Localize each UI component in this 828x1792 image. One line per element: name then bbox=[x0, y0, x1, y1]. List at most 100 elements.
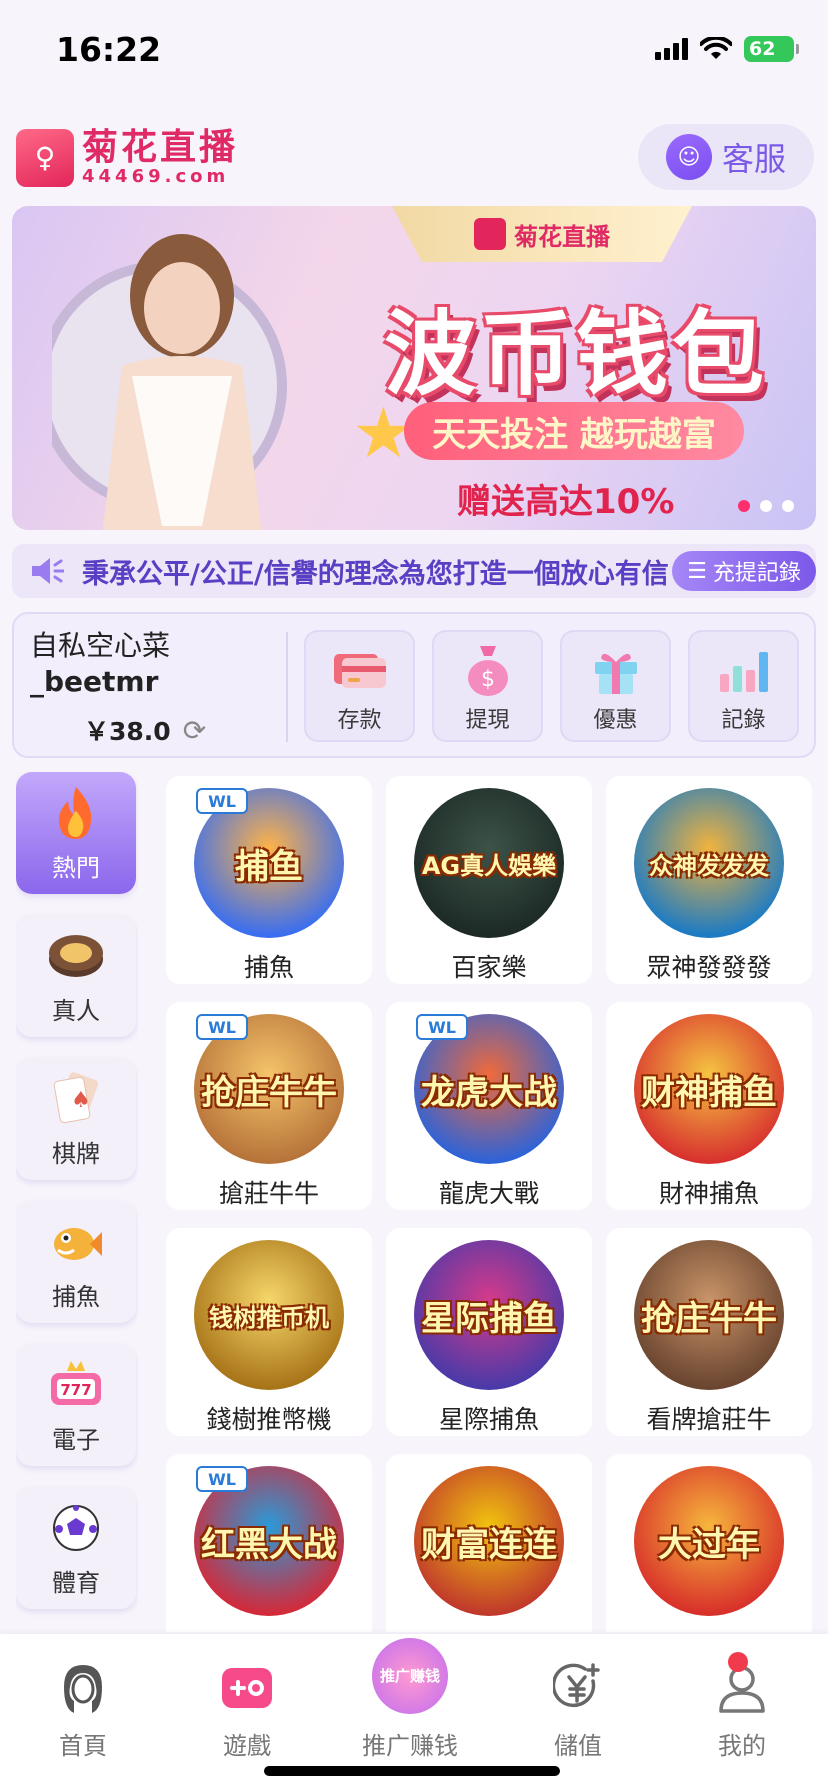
game-card[interactable]: WL 龙虎大战 龍虎大戰 bbox=[386, 1002, 592, 1210]
category-slots[interactable]: 777 電子 bbox=[16, 1344, 136, 1466]
banner-bonus-note: 赠送高达10% bbox=[457, 482, 675, 522]
banner-brand-text: 菊花直播 bbox=[514, 222, 610, 251]
game-thumbnail: 大过年 bbox=[634, 1466, 784, 1616]
banner-dot[interactable] bbox=[760, 500, 772, 512]
game-thumbnail: 星际捕鱼 bbox=[414, 1240, 564, 1390]
tab-mine[interactable]: 我的 bbox=[682, 1652, 802, 1761]
category-hot[interactable]: 熱門 bbox=[16, 772, 136, 894]
wifi-icon bbox=[700, 37, 732, 59]
category-fishing[interactable]: 捕魚 bbox=[16, 1201, 136, 1323]
provider-badge: WL bbox=[196, 1466, 248, 1492]
home-avatar-icon bbox=[55, 1660, 111, 1716]
game-title: 大過年 bbox=[671, 1626, 746, 1632]
status-bar: 16:22 62 bbox=[0, 0, 828, 100]
records-button[interactable]: 記錄 bbox=[688, 630, 799, 742]
withdraw-button[interactable]: $ 提現 bbox=[432, 630, 543, 742]
game-art-title: 钱树推币机 bbox=[209, 1303, 329, 1332]
logo-mark-icon: ♀ bbox=[16, 128, 74, 187]
fish-icon bbox=[47, 1213, 105, 1271]
svg-text:$: $ bbox=[481, 667, 495, 692]
speaker-icon bbox=[12, 544, 82, 598]
customer-service-label: 客服 bbox=[721, 140, 786, 178]
status-icons: 62 bbox=[655, 36, 799, 62]
game-thumbnail: 财神捕鱼 bbox=[634, 1014, 784, 1164]
balance-amount: ￥38.0 bbox=[84, 717, 171, 746]
refresh-icon[interactable]: ⟳ bbox=[183, 714, 206, 747]
game-card[interactable]: 星际捕鱼 星際捕魚 bbox=[386, 1228, 592, 1436]
promo-banner[interactable]: 菊花直播 波币钱包 ★ 天天投注 越玩越富 赠送高达10% bbox=[12, 206, 816, 530]
svg-text:♠: ♠ bbox=[71, 1088, 91, 1113]
app-logo[interactable]: ♀ 菊花直播 44469.com bbox=[16, 128, 238, 187]
game-title: 搶莊牛牛 bbox=[218, 1179, 319, 1208]
game-card[interactable]: WL 红黑大战紅黑大戰 bbox=[166, 1454, 372, 1632]
user-icon bbox=[714, 1652, 770, 1716]
promo-badge: 推广赚钱 bbox=[372, 1638, 448, 1714]
category-cards[interactable]: ♠ 棋牌 bbox=[16, 1058, 136, 1180]
provider-badge: WL bbox=[416, 1014, 468, 1040]
game-thumbnail: 钱树推币机 bbox=[194, 1240, 344, 1390]
provider-badge: WL bbox=[196, 1014, 248, 1040]
game-thumbnail: WL 抢庄牛牛 bbox=[194, 1014, 344, 1164]
game-art-title: 财神捕鱼 bbox=[641, 1072, 777, 1113]
playing-card-icon: ♠ bbox=[47, 1070, 105, 1128]
money-bag-icon: $ bbox=[460, 642, 516, 698]
headset-icon: ☺ bbox=[665, 134, 712, 180]
banner-pagination[interactable] bbox=[738, 500, 794, 512]
notification-dot bbox=[728, 1652, 748, 1672]
game-art-title: 众神发发发 bbox=[649, 851, 769, 880]
category-sidebar: 熱門 真人 ♠ 棋牌 捕魚 777 電子 體育 bbox=[16, 772, 138, 1632]
provider-badge: WL bbox=[196, 788, 248, 814]
game-thumbnail: WL 红黑大战 bbox=[194, 1466, 344, 1616]
category-label: 捕魚 bbox=[52, 1282, 100, 1311]
bar-chart-icon bbox=[716, 642, 772, 698]
banner-dot[interactable] bbox=[738, 500, 750, 512]
records-label: 記錄 bbox=[721, 708, 766, 733]
cellular-signal-icon bbox=[655, 38, 688, 60]
game-art-title: 捕鱼 bbox=[235, 846, 303, 887]
casino-chip-icon bbox=[47, 927, 105, 985]
game-title: 財神捕魚 bbox=[658, 1179, 759, 1208]
app-header: ♀ 菊花直播 44469.com ☺ 客服 bbox=[0, 120, 828, 200]
slot-machine-icon: 777 bbox=[47, 1356, 105, 1414]
promo-badge-icon: 推广赚钱 bbox=[370, 1636, 450, 1716]
game-card[interactable]: WL 捕鱼 捕魚 bbox=[166, 776, 372, 984]
game-title: 星際捕魚 bbox=[438, 1405, 539, 1434]
game-art-title: 龙虎大战 bbox=[421, 1072, 557, 1113]
tab-label: 遊戲 bbox=[223, 1732, 271, 1760]
promotions-button[interactable]: 優惠 bbox=[560, 630, 671, 742]
tab-recharge[interactable]: 儲值 bbox=[518, 1660, 638, 1761]
game-card[interactable]: AG真人娛樂 百家樂 bbox=[386, 776, 592, 984]
game-card[interactable]: 钱树推币机 錢樹推幣機 bbox=[166, 1228, 372, 1436]
banner-dot[interactable] bbox=[782, 500, 794, 512]
category-label: 棋牌 bbox=[52, 1139, 100, 1168]
username: 自私空心菜 _beetmr bbox=[30, 628, 170, 700]
category-sports[interactable]: 體育 bbox=[16, 1487, 136, 1609]
credit-card-icon bbox=[332, 642, 388, 698]
tab-promote[interactable]: 推广赚钱 推广赚钱 bbox=[350, 1636, 470, 1761]
game-title: 財富連連 bbox=[439, 1626, 539, 1632]
deposit-button[interactable]: 存款 bbox=[304, 630, 415, 742]
game-card[interactable]: 抢庄牛牛 看牌搶莊牛 bbox=[606, 1228, 812, 1436]
customer-service-button[interactable]: ☺ 客服 bbox=[638, 124, 814, 190]
deposit-label: 存款 bbox=[337, 708, 382, 733]
game-grid: WL 捕鱼 捕魚 AG真人娛樂 百家樂 众神发发发 眾神發發發 WL 抢庄牛牛 搶莊牛牛 WL 龙虎大… bbox=[166, 776, 814, 1632]
game-card[interactable]: 财富连连財富連連 bbox=[386, 1454, 592, 1632]
game-title: 紅黑大戰 bbox=[219, 1626, 319, 1632]
game-card[interactable]: 大过年大過年 bbox=[606, 1454, 812, 1632]
tab-home[interactable]: 首頁 bbox=[23, 1660, 143, 1761]
promotions-label: 優惠 bbox=[593, 708, 638, 733]
game-title: 百家樂 bbox=[451, 953, 527, 982]
game-card[interactable]: 众神发发发 眾神發發發 bbox=[606, 776, 812, 984]
game-card[interactable]: WL 抢庄牛牛搶莊牛牛 bbox=[166, 1002, 372, 1210]
panel-divider bbox=[286, 632, 288, 742]
game-art-title: 抢庄牛牛 bbox=[641, 1298, 777, 1339]
soccer-ball-icon bbox=[47, 1499, 105, 1557]
battery-level: 62 bbox=[749, 38, 776, 60]
home-indicator bbox=[264, 1766, 560, 1776]
tab-games[interactable]: 遊戲 bbox=[187, 1660, 307, 1761]
game-card[interactable]: 财神捕鱼 財神捕魚 bbox=[606, 1002, 812, 1210]
deposit-withdraw-records-button[interactable]: ☰ 充提記錄 bbox=[672, 551, 816, 591]
tab-label: 首頁 bbox=[59, 1732, 107, 1760]
banner-model-image bbox=[52, 234, 287, 530]
category-live[interactable]: 真人 bbox=[16, 915, 136, 1037]
